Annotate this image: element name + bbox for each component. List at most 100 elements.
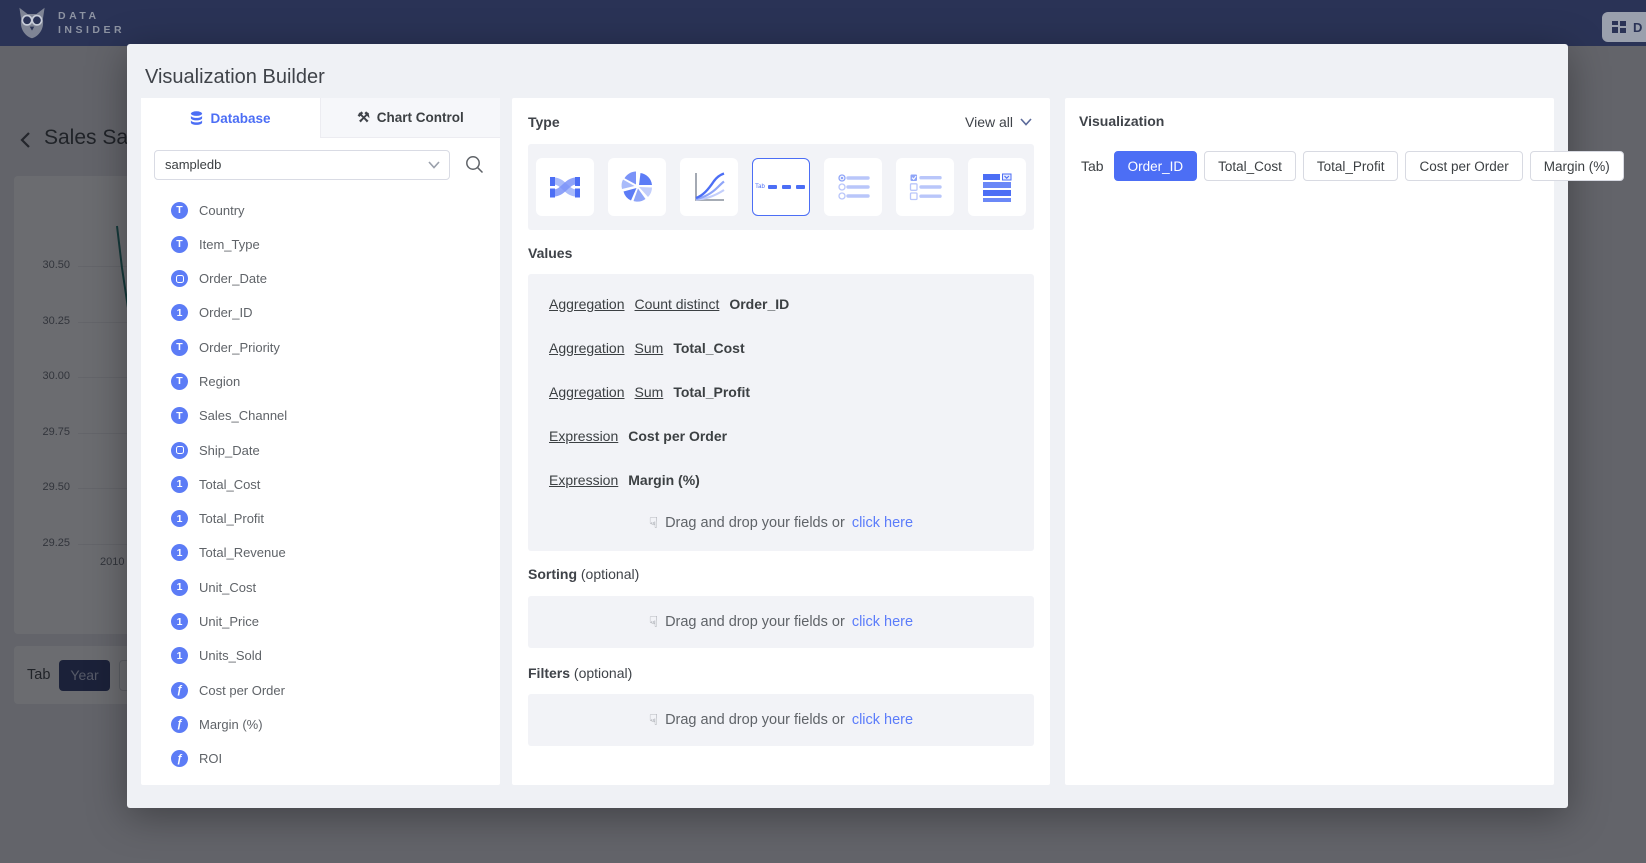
tab-chart-control[interactable]: ⚒ Chart Control — [320, 98, 500, 138]
viz-tab-button[interactable]: Cost per Order — [1405, 151, 1522, 181]
filters-dropzone[interactable]: ☟ Drag and drop your fields or click her… — [649, 711, 913, 729]
values-row-link[interactable]: Sum — [635, 340, 664, 356]
field-type-number-icon: 1 — [171, 647, 188, 664]
tab-database[interactable]: Database — [141, 98, 320, 138]
click-here-link[interactable]: click here — [852, 712, 913, 728]
field-item[interactable]: Ship_Date — [171, 440, 500, 460]
field-item[interactable]: Order_Date — [171, 269, 500, 289]
field-type-date-icon — [171, 442, 188, 459]
visualization-builder-modal: Visualization Builder Database ⚒ Chart C… — [127, 44, 1568, 808]
sorting-heading-label: Sorting — [528, 566, 577, 582]
checkbox-list-icon — [907, 169, 943, 205]
field-name: Order_Priority — [199, 340, 280, 355]
values-row-link[interactable]: Sum — [635, 384, 664, 400]
values-row-link[interactable]: Aggregation — [549, 340, 625, 356]
field-item[interactable]: T Order_Priority — [171, 337, 500, 357]
pie-icon — [619, 169, 655, 205]
field-item[interactable]: 1 Order_ID — [171, 303, 500, 323]
drag-hand-icon: ☟ — [649, 613, 658, 631]
field-item[interactable]: 1 Total_Profit — [171, 509, 500, 529]
values-row-field: Cost per Order — [628, 428, 727, 444]
sankey-icon — [547, 169, 583, 205]
filters-dropzone-box: ☟ Drag and drop your fields or click her… — [528, 694, 1034, 746]
sorting-dropzone[interactable]: ☟ Drag and drop your fields or click her… — [649, 613, 913, 631]
chart-type-radio-list[interactable] — [824, 158, 882, 216]
field-item[interactable]: 1 Unit_Cost — [171, 577, 500, 597]
type-heading: Type — [528, 114, 560, 130]
chart-type-tab[interactable]: Tab — [752, 158, 810, 216]
sorting-optional-label: (optional) — [581, 566, 639, 582]
database-select[interactable]: sampledb — [154, 150, 450, 180]
line-chart-icon — [691, 169, 727, 205]
values-rows: Aggregation Count distinct Order_ID Aggre… — [549, 294, 1034, 490]
values-heading: Values — [528, 245, 572, 261]
dashboard-nav-button[interactable]: D — [1602, 12, 1646, 42]
field-type-number-icon: 1 — [171, 613, 188, 630]
field-name: Unit_Cost — [199, 580, 256, 595]
viz-tab-button[interactable]: Total_Cost — [1204, 151, 1296, 181]
viz-tab-button[interactable]: Order_ID — [1114, 151, 1198, 181]
chart-type-line[interactable] — [680, 158, 738, 216]
tab-widget-icon: Tab — [755, 184, 807, 190]
field-name: Order_Date — [199, 271, 267, 286]
values-dropzone[interactable]: ☟ Drag and drop your fields or click her… — [528, 514, 1034, 532]
dashboard-button-label: D — [1633, 20, 1642, 35]
chart-type-checkbox-list[interactable] — [896, 158, 954, 216]
field-item[interactable]: 1 Total_Revenue — [171, 543, 500, 563]
database-panel: Database ⚒ Chart Control sampledb T Coun… — [141, 98, 500, 785]
chart-type-sankey[interactable] — [536, 158, 594, 216]
values-row-link[interactable]: Count distinct — [635, 296, 720, 312]
field-name: Total_Profit — [199, 511, 264, 526]
radio-list-icon — [835, 169, 871, 205]
click-here-link[interactable]: click here — [852, 515, 913, 531]
values-row: AggregationSum Total_Cost — [549, 338, 1034, 358]
owl-logo-icon — [14, 5, 50, 41]
field-type-text-icon: T — [171, 407, 188, 424]
viz-tab-button[interactable]: Total_Profit — [1303, 151, 1399, 181]
search-icon[interactable] — [465, 155, 484, 174]
view-all-button[interactable]: View all — [965, 114, 1032, 130]
field-item[interactable]: 1 Unit_Price — [171, 612, 500, 632]
chevron-down-icon — [1020, 118, 1032, 126]
dropzone-text: Drag and drop your fields or — [665, 614, 845, 630]
values-row-link[interactable]: Expression — [549, 428, 618, 444]
field-name: Unit_Price — [199, 614, 259, 629]
values-row-link[interactable]: Expression — [549, 472, 618, 488]
field-type-text-icon: T — [171, 236, 188, 253]
field-item[interactable]: T Item_Type — [171, 234, 500, 254]
field-item[interactable]: 1 Units_Sold — [171, 646, 500, 666]
dashboard-icon — [1611, 19, 1627, 35]
field-item[interactable]: ƒ ROI — [171, 749, 500, 769]
panel-tabs: Database ⚒ Chart Control — [141, 98, 500, 138]
brand-wordmark: DATA INSIDER — [58, 9, 125, 37]
field-type-date-icon — [171, 270, 188, 287]
field-name: Country — [199, 203, 245, 218]
field-item[interactable]: ƒ Cost per Order — [171, 680, 500, 700]
field-type-function-icon: ƒ — [171, 682, 188, 699]
database-select-value: sampledb — [165, 151, 221, 179]
field-type-text-icon: T — [171, 339, 188, 356]
visualization-heading: Visualization — [1079, 113, 1164, 129]
field-item[interactable]: T Region — [171, 371, 500, 391]
field-item[interactable]: 1 Total_Cost — [171, 474, 500, 494]
field-name: ROI — [199, 751, 222, 766]
field-item[interactable]: T Country — [171, 200, 500, 220]
field-item[interactable]: ƒ Margin (%) — [171, 714, 500, 734]
field-name: Total_Revenue — [199, 545, 286, 560]
field-item[interactable]: T Sales_Channel — [171, 406, 500, 426]
values-row-link[interactable]: Aggregation — [549, 296, 625, 312]
click-here-link[interactable]: click here — [852, 614, 913, 630]
chart-type-pie[interactable] — [608, 158, 666, 216]
chart-type-table[interactable] — [968, 158, 1026, 216]
viz-tab-label: Tab — [1081, 158, 1104, 174]
values-row-field: Order_ID — [729, 296, 789, 312]
tab-icon-label: Tab — [755, 184, 765, 190]
field-type-number-icon: 1 — [171, 476, 188, 493]
values-row-link[interactable]: Aggregation — [549, 384, 625, 400]
field-name: Margin (%) — [199, 717, 263, 732]
field-type-number-icon: 1 — [171, 304, 188, 321]
viz-tab-button[interactable]: Margin (%) — [1530, 151, 1624, 181]
field-name: Cost per Order — [199, 683, 285, 698]
values-row: Expression Cost per Order — [549, 426, 1034, 446]
field-type-function-icon: ƒ — [171, 750, 188, 767]
